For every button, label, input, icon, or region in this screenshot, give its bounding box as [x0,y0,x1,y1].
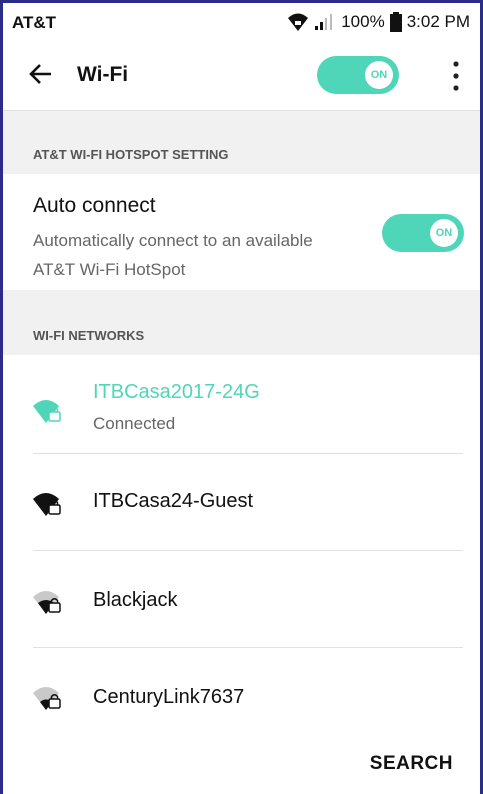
network-name: Blackjack [93,589,178,611]
wifi-locked-icon [33,400,61,423]
network-item[interactable]: CenturyLink7637 [3,648,480,730]
network-item[interactable]: Blackjack [3,551,480,647]
network-item[interactable]: ITBCasa24-Guest [3,454,480,550]
battery-percent: 100% [341,12,385,31]
hotspot-section-header: AT&T WI-FI HOTSPOT SETTING [3,110,480,174]
app-bar: Wi-Fi ON [3,40,480,110]
auto-connect-row[interactable]: Auto connect Automatically connect to an… [3,174,480,290]
more-options-icon[interactable] [444,58,468,94]
search-button[interactable]: SEARCH [370,753,453,775]
wifi-locked-icon [33,493,61,516]
auto-connect-title: Auto connect [33,194,156,217]
auto-connect-description: Automatically connect to an available AT… [33,231,313,279]
page-title: Wi-Fi [77,63,129,86]
status-bar: AT&T 100% 3:02 PM [3,3,480,40]
networks-section-header: WI-FI NETWORKS [3,290,480,355]
wifi-locked-icon [33,687,61,710]
network-name: CenturyLink7637 [93,686,245,708]
network-item[interactable]: ITBCasa2017-24G Connected [3,355,480,453]
wifi-shield-icon [288,13,309,31]
wifi-toggle-knob: ON [365,61,393,89]
clock: 3:02 PM [406,12,470,31]
network-name: ITBCasa24-Guest [93,490,254,512]
network-status: Connected [93,414,176,433]
battery-icon [389,12,402,32]
back-arrow-icon[interactable] [27,60,55,88]
wifi-locked-icon [33,591,61,614]
wifi-toggle[interactable]: ON [317,56,399,94]
signal-icon [315,14,333,30]
network-name: ITBCasa2017-24G [93,381,260,403]
auto-connect-toggle[interactable]: ON [382,214,464,252]
status-icons: 100% 3:02 PM [287,12,470,32]
auto-connect-toggle-knob: ON [430,219,458,247]
carrier-label: AT&T [12,13,57,32]
